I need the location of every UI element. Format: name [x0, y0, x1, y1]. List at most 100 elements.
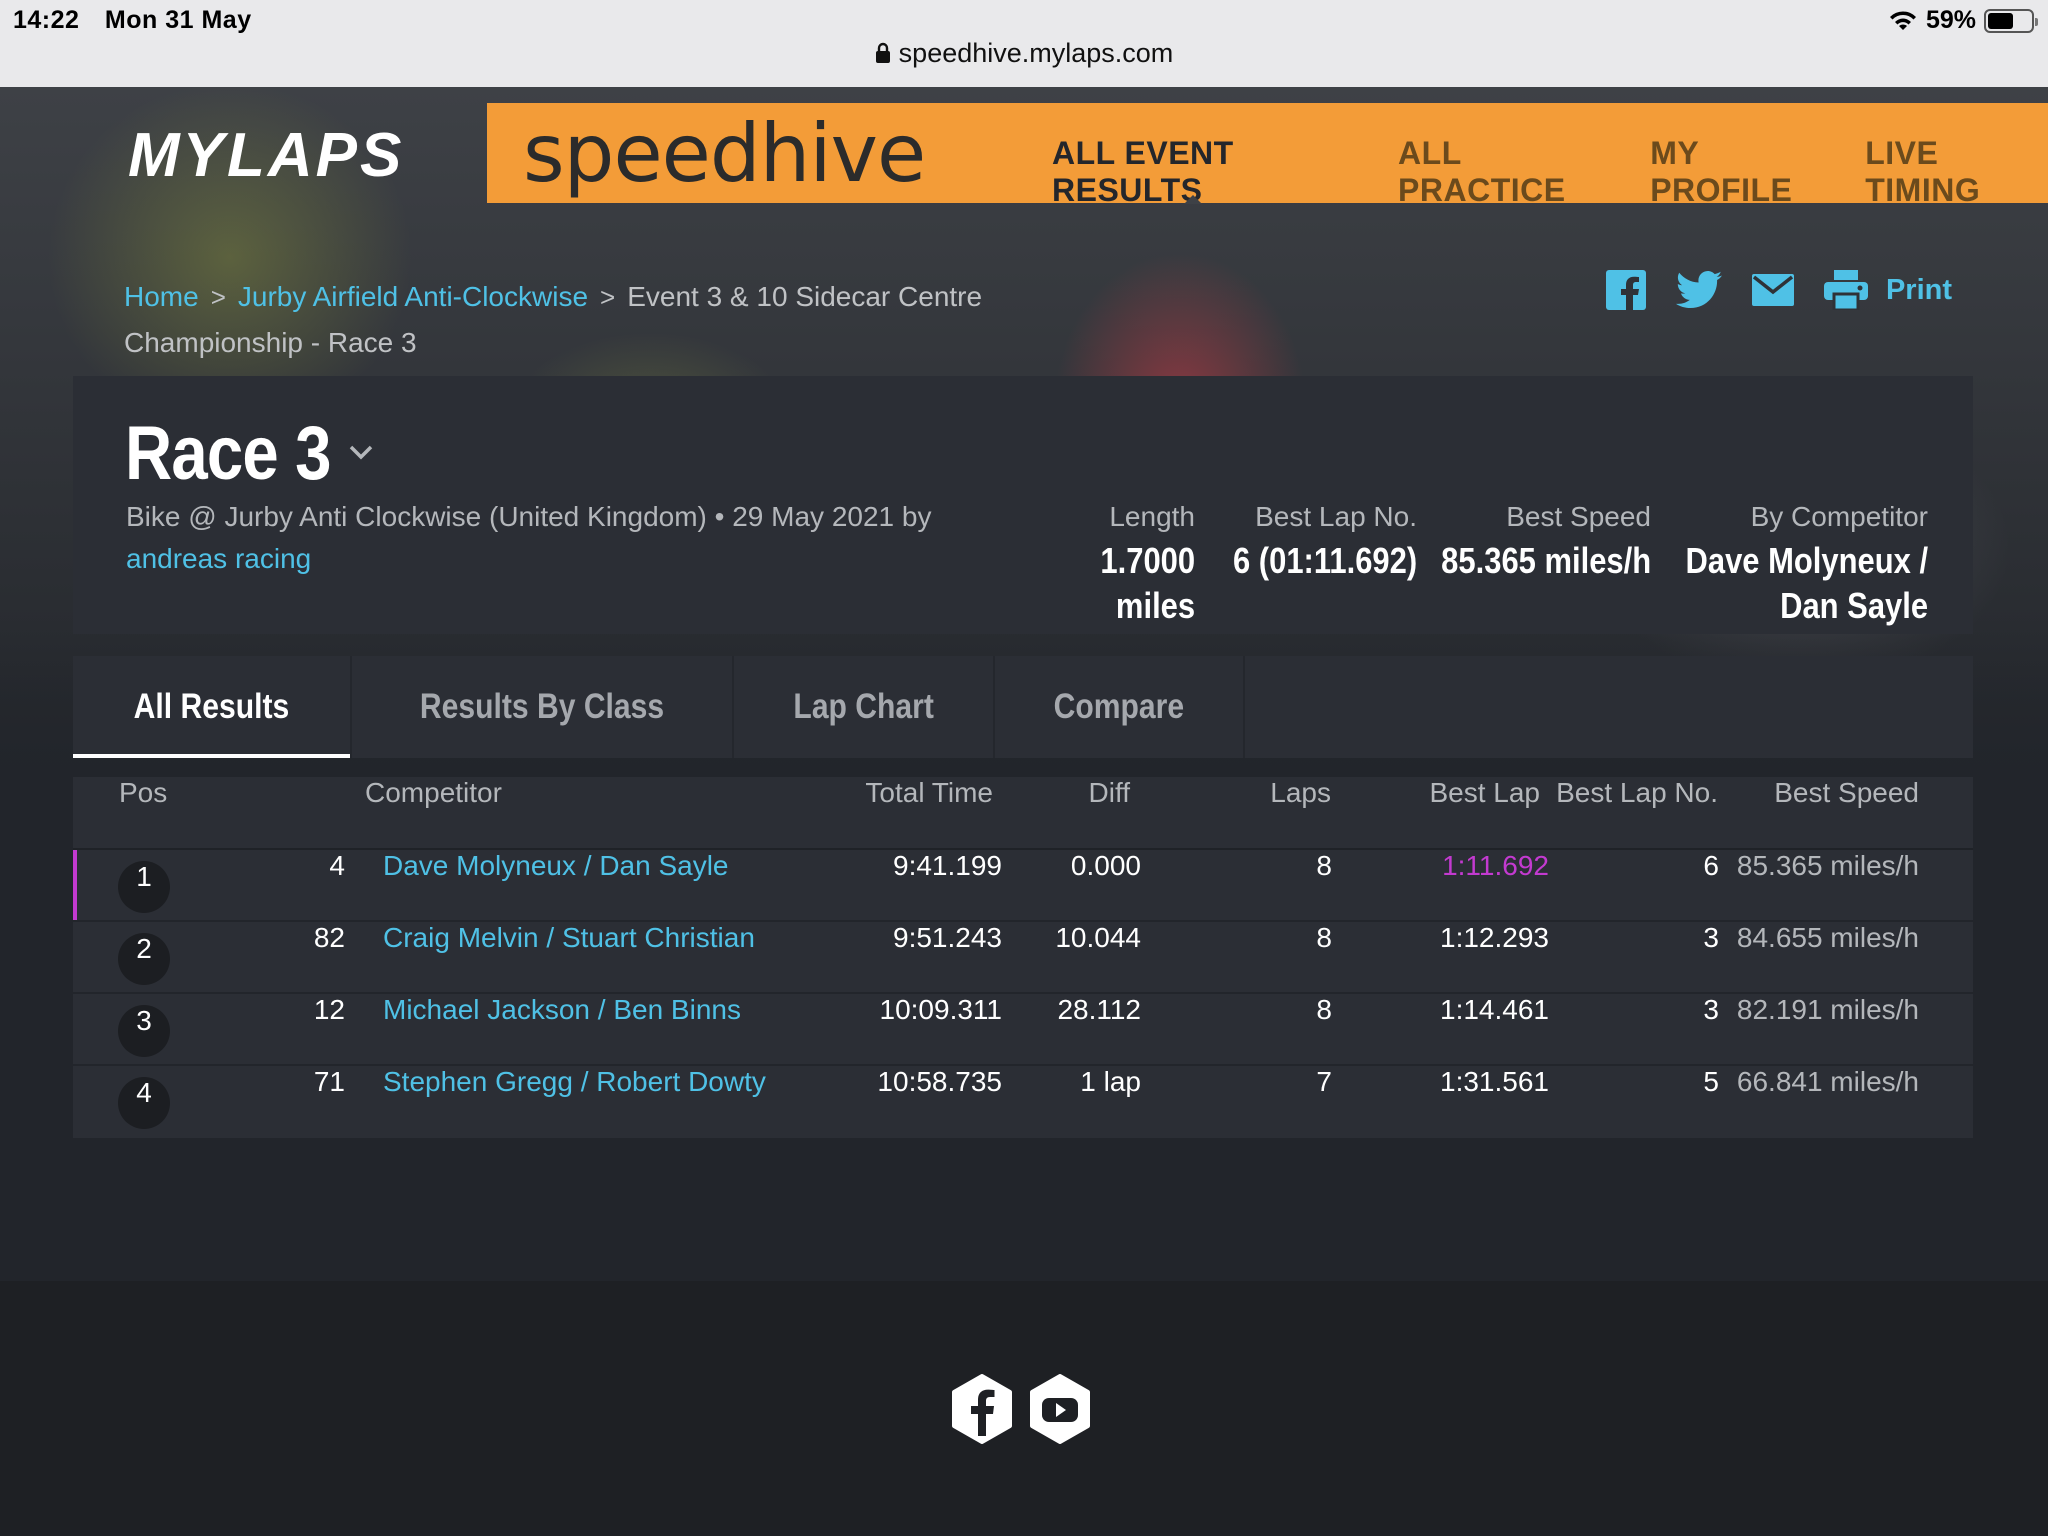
laps: 8 — [1316, 850, 1332, 881]
breadcrumb-track[interactable]: Jurby Airfield Anti-Clockwise — [238, 281, 588, 312]
stat-length-label: Length — [1109, 501, 1195, 532]
chevron-right-icon: > — [600, 282, 616, 312]
status-bar: 14:22 Mon 31 May 59% speedhive.mylaps.co… — [0, 0, 2048, 87]
stat-by-competitor-line1: Dave Molyneux / — [1685, 540, 1928, 581]
race-summary-panel: Race 3 Bike @ Jurby Anti Clockwise (Unit… — [73, 376, 1973, 634]
breadcrumb: Home > Jurby Airfield Anti-Clockwise > Event… — [124, 274, 1024, 365]
tab-compare[interactable]: Compare — [995, 656, 1245, 758]
nav-live-timing[interactable]: LIVE TIMING — [1865, 135, 2048, 209]
facebook-icon[interactable] — [1605, 270, 1646, 310]
best-lap: 1:14.461 — [1440, 994, 1549, 1025]
nav-active-caret — [1184, 195, 1202, 204]
total-time: 10:58.735 — [877, 1066, 1002, 1097]
total-time: 9:41.199 — [893, 850, 1002, 881]
diff: 1 lap — [1080, 1066, 1141, 1097]
header-total-time[interactable]: Total Time — [865, 777, 993, 809]
best-speed: 82.191 miles/h — [1736, 994, 1919, 1025]
results-table: Pos Competitor Total Time Diff Laps Best… — [73, 777, 1973, 1138]
header-competitor[interactable]: Competitor — [365, 777, 502, 809]
nav-all-practice[interactable]: ALL PRACTICE — [1398, 135, 1620, 209]
position-badge: 3 — [118, 1005, 170, 1057]
competitor-link[interactable]: Craig Melvin / Stuart Christian — [383, 922, 755, 954]
best-lap-no: 6 — [1703, 850, 1719, 881]
status-time-date: 14:22 Mon 31 May — [13, 6, 270, 35]
table-row[interactable]: 2 82 Craig Melvin / Stuart Christian 9:5… — [73, 922, 1973, 994]
chevron-right-icon: > — [210, 282, 226, 312]
stat-length: Length 1.7000 miles — [1085, 496, 1195, 628]
best-lap: 1:12.293 — [1440, 922, 1549, 953]
nav-all-event-results[interactable]: ALL EVENT RESULTS — [1052, 135, 1368, 209]
diff: 10.044 — [1055, 922, 1141, 953]
status-indicators: 59% — [1888, 6, 2038, 35]
position-badge: 1 — [118, 861, 170, 913]
position-badge: 2 — [118, 933, 170, 985]
stat-best-lap-no-value: 6 (01:11.692) — [1232, 540, 1417, 581]
speedhive-logo[interactable]: speedhive — [523, 107, 926, 200]
youtube-hex-icon[interactable] — [1028, 1374, 1092, 1444]
footer-social — [950, 1374, 1092, 1444]
battery-percent: 59% — [1925, 6, 1976, 34]
print-link[interactable]: Print — [1886, 274, 1952, 307]
laps: 8 — [1316, 994, 1332, 1025]
url-bar[interactable]: speedhive.mylaps.com — [0, 38, 2048, 69]
mail-icon[interactable] — [1751, 274, 1794, 306]
header-pos[interactable]: Pos — [119, 777, 167, 809]
diff: 28.112 — [1057, 994, 1141, 1025]
laps: 8 — [1316, 922, 1332, 953]
position-badge: 4 — [118, 1077, 170, 1129]
footer — [0, 1281, 2048, 1536]
lock-icon — [875, 42, 890, 63]
best-speed: 66.841 miles/h — [1736, 1066, 1919, 1097]
breadcrumb-home[interactable]: Home — [124, 281, 199, 312]
stat-length-value: 1.7000 — [1100, 540, 1195, 581]
chevron-down-icon[interactable] — [348, 444, 374, 462]
tab-all-results[interactable]: All Results — [73, 656, 352, 758]
wifi-icon — [1889, 10, 1916, 30]
tab-results-by-class[interactable]: Results By Class — [352, 656, 734, 758]
table-row[interactable]: 1 4 Dave Molyneux / Dan Sayle 9:41.199 0… — [73, 850, 1973, 922]
stat-by-competitor-line2: Dan Sayle — [1779, 585, 1928, 626]
best-speed: 84.655 miles/h — [1736, 922, 1919, 953]
race-title: Race 3 — [125, 411, 331, 496]
tab-lap-chart[interactable]: Lap Chart — [734, 656, 996, 758]
diff: 0.000 — [1070, 850, 1141, 881]
mylaps-logo[interactable]: MYLAPS — [128, 120, 404, 191]
competitor-link[interactable]: Stephen Gregg / Robert Dowty — [383, 1066, 766, 1098]
best-lap: 1:11.692 — [1442, 850, 1549, 881]
organizer-link[interactable]: andreas racing — [126, 543, 311, 574]
table-header: Pos Competitor Total Time Diff Laps Best… — [73, 777, 1973, 850]
tab-label: Lap Chart — [793, 687, 934, 726]
header-diff[interactable]: Diff — [1089, 777, 1131, 809]
share-bar: Print — [1605, 270, 1952, 310]
best-speed: 85.365 miles/h — [1736, 850, 1919, 881]
stat-best-lap-no: Best Lap No. 6 (01:11.692) — [1203, 496, 1417, 583]
competitor-link[interactable]: Dave Molyneux / Dan Sayle — [383, 850, 729, 882]
stat-by-competitor-label: By Competitor — [1750, 501, 1928, 532]
battery-icon — [1984, 8, 2038, 33]
best-lap-no: 3 — [1703, 994, 1719, 1025]
stat-by-competitor: By Competitor Dave Molyneux / Dan Sayle — [1646, 496, 1928, 628]
printer-icon[interactable] — [1823, 270, 1868, 310]
best-lap-no: 5 — [1703, 1066, 1719, 1097]
stat-best-speed-value: 85.365 miles/h — [1441, 540, 1651, 581]
competitor-number: 71 — [313, 1066, 345, 1097]
header-best-lap-no[interactable]: Best Lap No. — [1556, 777, 1718, 809]
table-row[interactable]: 4 71 Stephen Gregg / Robert Dowty 10:58.… — [73, 1066, 1973, 1138]
header-laps[interactable]: Laps — [1270, 777, 1331, 809]
race-details: Bike @ Jurby Anti Clockwise (United King… — [126, 501, 932, 532]
stat-best-speed-label: Best Speed — [1506, 501, 1651, 532]
header-best-lap[interactable]: Best Lap — [1429, 777, 1540, 809]
facebook-hex-icon[interactable] — [950, 1374, 1014, 1444]
competitor-number: 82 — [313, 922, 345, 953]
competitor-number: 12 — [313, 994, 345, 1025]
competitor-link[interactable]: Michael Jackson / Ben Binns — [383, 994, 741, 1026]
url-text: speedhive.mylaps.com — [898, 38, 1174, 68]
tab-label: All Results — [133, 687, 290, 726]
header-best-speed[interactable]: Best Speed — [1774, 777, 1919, 809]
nav-my-profile[interactable]: MY PROFILE — [1650, 135, 1835, 209]
tab-label: Compare — [1053, 687, 1185, 726]
competitor-number: 4 — [329, 850, 345, 881]
twitter-icon[interactable] — [1675, 271, 1722, 309]
best-lap: 1:31.561 — [1440, 1066, 1549, 1097]
table-row[interactable]: 3 12 Michael Jackson / Ben Binns 10:09.3… — [73, 994, 1973, 1066]
